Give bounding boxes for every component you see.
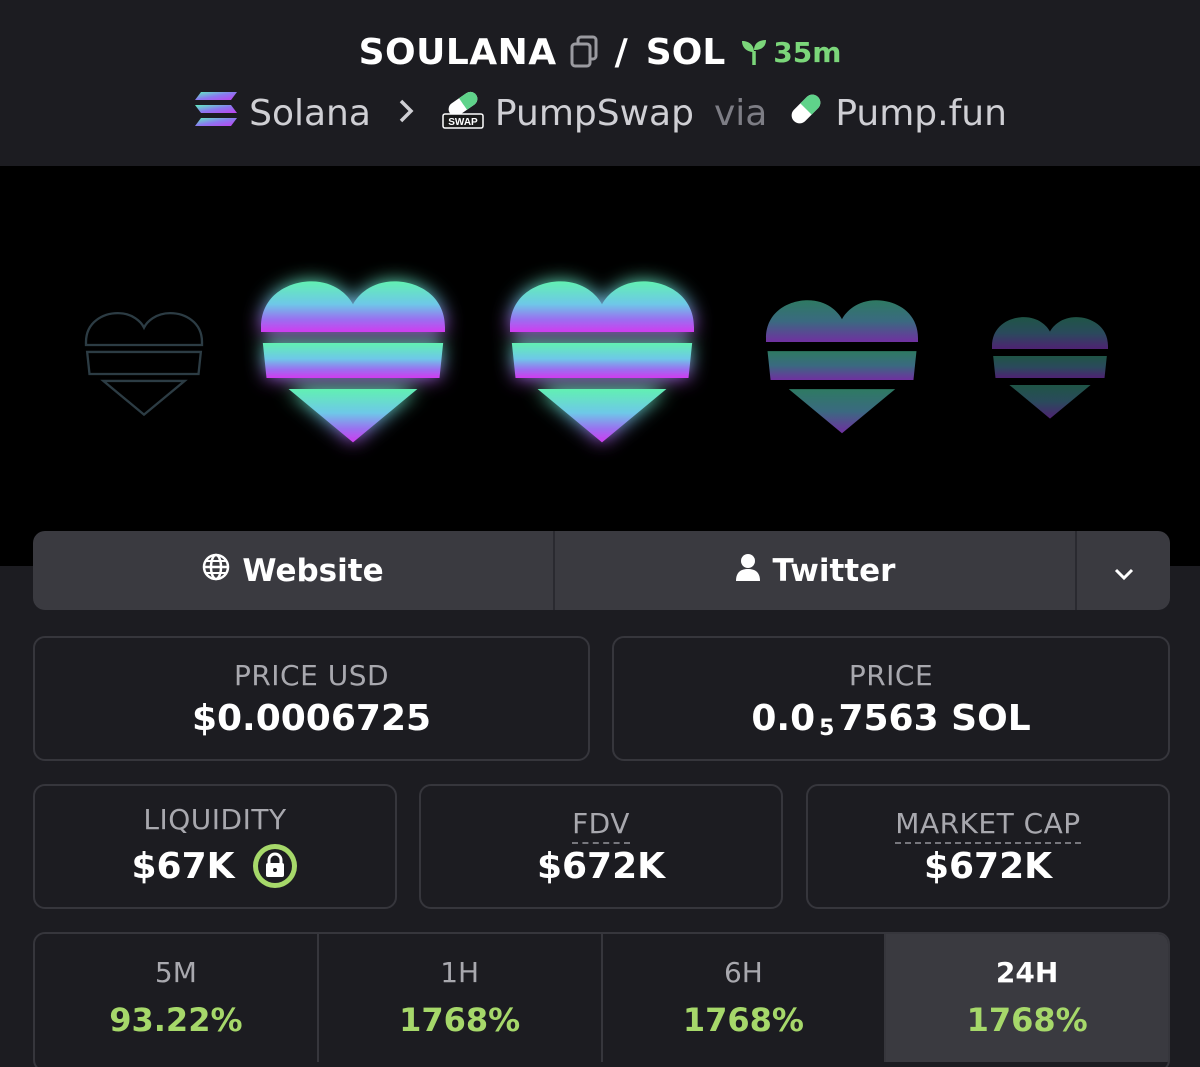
heart-bright-graphic xyxy=(261,281,445,443)
user-icon xyxy=(735,553,761,589)
market-cap-card: MARKET CAP $672K xyxy=(806,784,1170,909)
market-cap-value: $672K xyxy=(923,845,1053,887)
via-label: via xyxy=(713,92,768,134)
price-native-zero-count: 5 xyxy=(819,715,835,741)
pair-age-value: 35m xyxy=(773,35,842,69)
heart-dim-graphic xyxy=(766,300,918,434)
pair-separator: / xyxy=(614,31,628,73)
token-banner-image xyxy=(0,166,1200,566)
twitter-button[interactable]: Twitter xyxy=(555,531,1077,610)
price-native-prefix: 0.0 xyxy=(751,697,816,739)
tab-24h[interactable]: 24H 1768% xyxy=(886,934,1168,1062)
liquidity-value-row: $67K xyxy=(131,842,298,890)
chevron-right-icon xyxy=(397,94,415,132)
price-native-card: PRICE 0.0 5 7563 SOL xyxy=(612,636,1170,761)
period-change: 1768% xyxy=(682,1001,804,1039)
chain-name[interactable]: Solana xyxy=(249,93,371,134)
period-change: 1768% xyxy=(966,1001,1088,1039)
twitter-label: Twitter xyxy=(772,552,896,589)
fdv-card: FDV $672K xyxy=(419,784,783,909)
tab-6h[interactable]: 6H 1768% xyxy=(603,934,887,1062)
dex-name[interactable]: PumpSwap xyxy=(495,93,694,134)
heart-dimmer-graphic xyxy=(992,317,1108,419)
launchpad-name[interactable]: Pump.fun xyxy=(835,93,1007,134)
website-label: Website xyxy=(242,552,384,589)
chain-breadcrumb: Solana SWAP PumpSwap via Pump.fun xyxy=(0,86,1200,140)
chevron-down-icon xyxy=(1113,553,1135,589)
base-token-symbol: SOULANA xyxy=(358,31,557,73)
fdv-value: $672K xyxy=(536,845,666,887)
liquidity-card: LIQUIDITY $67K xyxy=(33,784,397,909)
liquidity-label: LIQUIDITY xyxy=(143,803,287,836)
globe-icon xyxy=(202,553,230,589)
more-links-button[interactable] xyxy=(1077,531,1170,610)
period-label: 24H xyxy=(995,956,1059,989)
tab-5m[interactable]: 5M 93.22% xyxy=(35,934,319,1062)
price-native-value: 0.0 5 7563 SOL xyxy=(751,697,1031,741)
period-change: 93.22% xyxy=(109,1001,243,1039)
price-native-label: PRICE xyxy=(848,658,934,692)
price-change-tabs: 5M 93.22% 1H 1768% 6H 1768% 24H 1768% xyxy=(33,932,1170,1067)
sprout-icon xyxy=(739,37,769,67)
heart-bright-graphic xyxy=(510,281,694,443)
website-button[interactable]: Website xyxy=(33,531,555,610)
heart-outline-graphic xyxy=(84,311,204,416)
liquidity-value: $67K xyxy=(131,845,235,887)
period-label: 6H xyxy=(723,956,763,989)
pair-age: 35m xyxy=(739,36,841,69)
solana-logo-icon xyxy=(193,90,239,137)
tab-1h[interactable]: 1H 1768% xyxy=(319,934,603,1062)
period-label: 1H xyxy=(440,956,480,989)
fdv-label[interactable]: FDV xyxy=(572,806,630,844)
quote-token-symbol: SOL xyxy=(645,31,726,73)
swap-badge-text: SWAP xyxy=(448,117,478,128)
social-links-bar: Website Twitter xyxy=(33,531,1170,610)
period-label: 5M xyxy=(154,956,197,989)
price-usd-card: PRICE USD $0.0006725 xyxy=(33,636,590,761)
price-native-suffix: 7563 SOL xyxy=(838,697,1031,739)
price-usd-label: PRICE USD xyxy=(233,658,390,692)
pair-title-row: SOULANA / SOL 35m xyxy=(0,26,1200,78)
pair-header: SOULANA / SOL 35m Solana SWAP PumpSwap v… xyxy=(0,0,1200,166)
copy-icon[interactable] xyxy=(569,35,599,69)
pumpswap-logo-icon: SWAP xyxy=(441,88,485,139)
pill-icon xyxy=(787,90,825,137)
period-change: 1768% xyxy=(399,1001,521,1039)
market-cap-label[interactable]: MARKET CAP xyxy=(895,806,1081,844)
lock-icon[interactable] xyxy=(251,842,299,890)
price-usd-value: $0.0006725 xyxy=(191,697,432,739)
